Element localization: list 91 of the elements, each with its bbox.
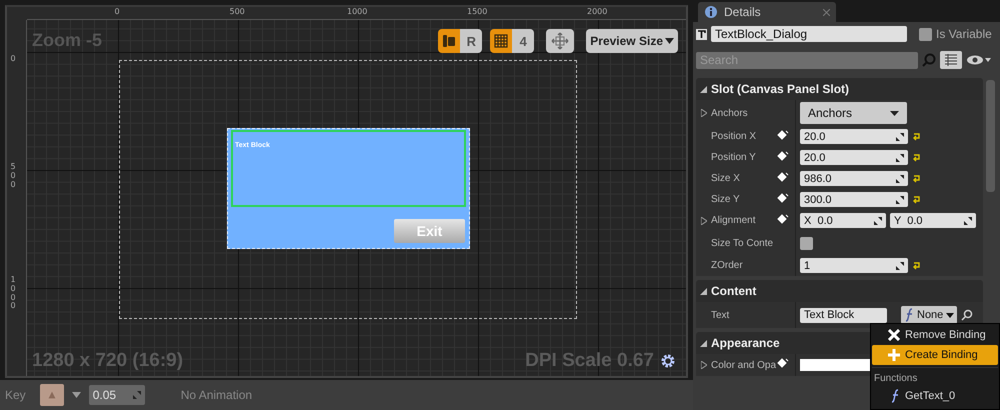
keyframe-icon — [777, 151, 789, 162]
number-field[interactable]: 986.0 — [800, 171, 908, 186]
drag-handle-icon — [964, 216, 972, 224]
number-field[interactable]: 300.0 — [800, 192, 908, 207]
toggle-button[interactable] — [490, 29, 512, 53]
function-icon — [890, 389, 900, 403]
reset-icon — [912, 195, 921, 204]
caret-icon — [72, 392, 81, 398]
widget-name-field[interactable]: TextBlock_Dialog — [711, 26, 907, 42]
option-button[interactable]: 4 — [512, 29, 534, 53]
details-tab[interactable]: Details — [698, 2, 836, 22]
number-field[interactable]: Y 0.0 — [890, 213, 976, 228]
caret-icon — [946, 312, 954, 318]
key-value-field[interactable]: 0.05 — [88, 385, 145, 405]
ruler-label: 1000 — [9, 276, 17, 312]
grid-icon — [494, 34, 508, 48]
menu-item[interactable]: Create Binding — [872, 345, 998, 365]
ruler-label: 1000 — [347, 7, 368, 16]
ruler-label: 0 — [9, 55, 17, 64]
property-label: ZOrder — [711, 260, 743, 271]
layout-icon — [442, 34, 456, 48]
plus-icon — [888, 349, 900, 361]
close-icon — [888, 329, 900, 341]
key-label: Key — [5, 388, 26, 402]
menu-heading: Functions — [872, 367, 998, 386]
property-label: Alignment — [711, 215, 756, 226]
number-field[interactable]: 20.0 — [800, 150, 908, 165]
search-icon — [922, 53, 936, 67]
ruler-label: 500 — [9, 163, 17, 190]
function-icon — [904, 308, 914, 322]
ruler-label: 1500 — [467, 7, 488, 16]
number-field[interactable]: 1 — [800, 258, 908, 273]
ruler-label: 500 — [230, 7, 245, 16]
collapse-arrow-icon — [700, 86, 707, 92]
binding-dropdown[interactable]: None — [901, 306, 958, 324]
section-header[interactable]: Content — [696, 280, 983, 302]
settings-icon — [660, 353, 676, 369]
property-label: Position X — [711, 131, 756, 142]
toggle-button[interactable] — [438, 29, 460, 53]
property-label: Text — [711, 310, 730, 320]
anchors-dropdown[interactable]: Anchors — [800, 102, 907, 124]
drag-handle-icon — [896, 196, 904, 204]
drag-handle-icon — [896, 262, 904, 270]
move-icon — [551, 32, 570, 50]
checkbox[interactable] — [800, 236, 813, 250]
property-label: Size X — [711, 173, 740, 184]
close-icon — [823, 8, 830, 16]
collapse-arrow-icon — [700, 288, 707, 294]
drag-handle-icon — [896, 154, 904, 162]
property-label: Size Y — [711, 194, 740, 205]
function-item[interactable]: GetText_0 — [872, 386, 998, 406]
scrollbar[interactable] — [986, 80, 995, 192]
key-button[interactable] — [40, 384, 64, 406]
drag-handle-icon — [874, 216, 882, 224]
keyframe-icon — [777, 193, 789, 204]
drag-handle-icon — [896, 174, 904, 182]
keyframe-icon — [777, 358, 789, 369]
section-header[interactable]: Slot (Canvas Panel Slot) — [696, 78, 983, 100]
keyframe-icon — [777, 130, 789, 141]
move-button[interactable] — [546, 29, 574, 53]
drag-handle-icon — [896, 132, 904, 140]
keyframe-icon — [777, 172, 789, 183]
property-label: Anchors — [711, 108, 748, 118]
property-label: Size To Conte — [711, 238, 774, 248]
ruler-label: 0 — [114, 7, 120, 16]
number-field[interactable]: X 0.0 — [800, 213, 886, 228]
property-label: Color and Opa — [711, 360, 776, 370]
text-field[interactable]: Text Block — [800, 308, 887, 322]
preview-size-dropdown[interactable]: Preview Size — [586, 29, 678, 53]
resize-icon — [132, 391, 141, 399]
keyframe-icon — [777, 214, 789, 225]
text-widget-icon — [696, 28, 707, 40]
view-options-button[interactable] — [940, 51, 962, 69]
collapse-arrow-icon — [700, 340, 707, 346]
is-variable-label: Is Variable — [936, 27, 992, 41]
animation-label: No Animation — [180, 388, 252, 402]
reset-icon — [912, 261, 921, 270]
search-icon — [961, 309, 974, 321]
list-icon — [944, 54, 958, 66]
number-field[interactable]: 20.0 — [800, 129, 908, 144]
reset-icon — [912, 153, 921, 162]
caret-icon — [890, 110, 899, 116]
eye-icon — [966, 54, 992, 66]
option-button[interactable]: R — [460, 29, 482, 53]
is-variable-checkbox[interactable] — [919, 28, 932, 40]
ruler-label: 2000 — [587, 7, 608, 16]
property-label: Position Y — [711, 152, 756, 163]
reset-icon — [912, 174, 921, 183]
caret-icon — [665, 38, 674, 44]
info-icon — [704, 5, 718, 19]
reset-icon — [912, 132, 921, 141]
